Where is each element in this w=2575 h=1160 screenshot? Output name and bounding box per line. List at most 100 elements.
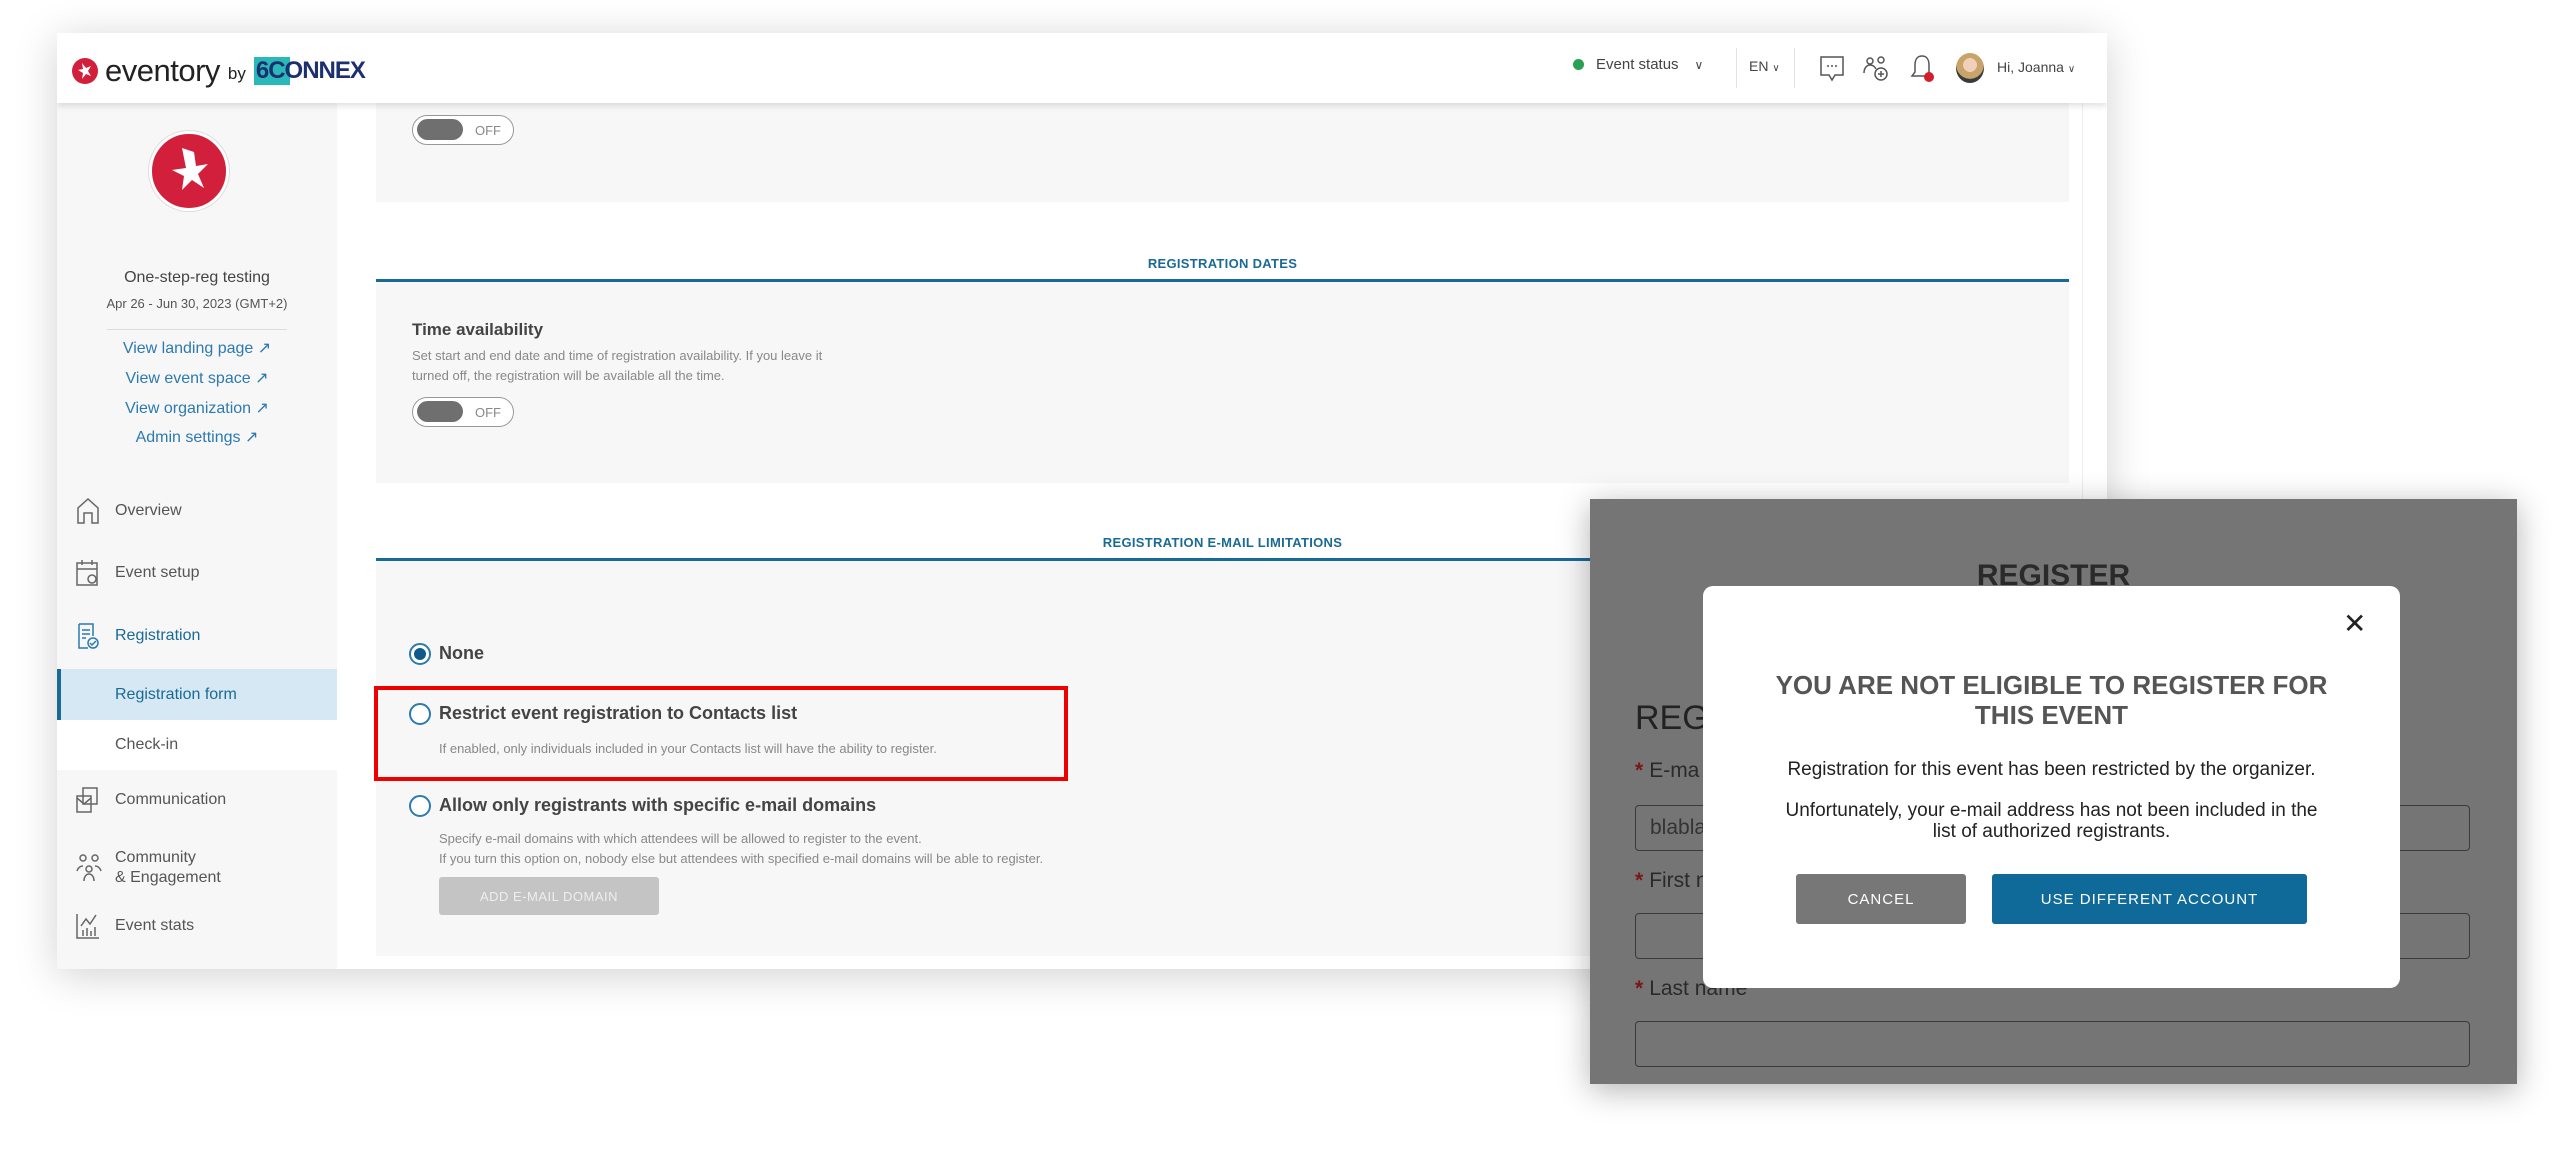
nav-label: Communication [115, 791, 227, 808]
desc-line: Set start and end date and time of regis… [412, 348, 823, 363]
link-label: View event space [125, 370, 251, 387]
nav-label: Event setup [115, 564, 200, 581]
view-landing-page-link[interactable]: View landing page ↗ [57, 338, 337, 358]
external-link-icon: ↗ [244, 429, 259, 446]
nav-label-line1: Community [115, 849, 196, 866]
desc-line: If you turn this option on, nobody else … [439, 851, 1044, 866]
close-icon[interactable]: ✕ [2343, 610, 2366, 638]
add-email-domain-button[interactable]: ADD E-MAIL DOMAIN [439, 877, 659, 915]
option-restrict-contacts-label: Restrict event registration to Contacts … [439, 703, 798, 723]
eventory-logo-icon [72, 58, 98, 84]
message-line: Unfortunately, your e-mail address has n… [1785, 800, 2318, 821]
option-email-domains-description: Specify e-mail domains with which attend… [439, 829, 1043, 869]
chat-icon[interactable] [1819, 55, 1845, 83]
registration-icon [78, 623, 99, 649]
desc-line: turned off, the registration will be ava… [412, 368, 725, 383]
user-greeting: Hi, Joanna [1997, 59, 2064, 75]
brand-by: by [227, 64, 246, 83]
link-label: Admin settings [135, 429, 241, 446]
modal-message-not-included: Unfortunately, your e-mail address has n… [1703, 800, 2400, 842]
sidebar-item-event-setup[interactable]: Event setup [57, 553, 337, 593]
option-none-label: None [439, 643, 484, 663]
event-status-dropdown[interactable]: Event status ∨ [1573, 56, 1703, 73]
top-settings-card: OFF [376, 103, 2069, 202]
nav-label: Registration form [115, 685, 237, 703]
nav-label-line2: & Engagement [115, 869, 221, 886]
sidebar-item-check-in[interactable]: Check-in [57, 720, 337, 770]
view-event-space-link[interactable]: View event space ↗ [57, 368, 337, 388]
link-label: View organization [125, 400, 252, 417]
nav-label: Event stats [115, 917, 195, 934]
communication-icon [76, 787, 98, 813]
time-availability-toggle[interactable]: OFF [412, 397, 514, 427]
top-toggle[interactable]: OFF [412, 115, 514, 145]
toggle-label: OFF [475, 123, 501, 138]
label-text: E-ma [1649, 759, 1700, 782]
radio-none[interactable] [409, 643, 431, 665]
chevron-down-icon: ∨ [1694, 57, 1704, 72]
title-line: THIS EVENT [1974, 700, 2129, 730]
time-availability-label: Time availability [412, 320, 544, 339]
cancel-button[interactable]: CANCEL [1796, 874, 1966, 924]
highlight-box [374, 686, 1068, 781]
modal-message-restricted: Registration for this event has been res… [1787, 759, 2316, 780]
divider [1736, 48, 1737, 88]
email-label: * E-ma [1635, 759, 1699, 783]
message-line: list of authorized registrants. [1932, 821, 2171, 842]
language-dropdown[interactable]: EN ∨ [1749, 58, 1780, 74]
stats-icon [76, 914, 99, 939]
event-name: One-step-reg testing [124, 269, 270, 286]
status-dot [1573, 59, 1584, 70]
admin-settings-link[interactable]: Admin settings ↗ [57, 427, 337, 447]
event-logo [149, 131, 229, 211]
required-mark: * [1635, 977, 1644, 1000]
home-icon [77, 497, 99, 524]
option-restrict-contacts-description: If enabled, only individuals included in… [439, 741, 937, 756]
partner-logo: 6CONNEX [253, 57, 367, 85]
chevron-down-icon: ∨ [1772, 63, 1780, 74]
registration-dates-card: Time availability Set start and end date… [376, 282, 2069, 483]
radio-restrict-contacts[interactable] [409, 703, 431, 725]
nav-label: Registration [115, 627, 201, 644]
email-value: blabla [1650, 816, 1707, 839]
first-name-label: * First n [1635, 869, 1708, 893]
event-status-label: Event status [1596, 56, 1679, 73]
time-availability-description: Set start and end date and time of regis… [412, 346, 822, 386]
logo[interactable]: eventory by 6CONNEX [71, 53, 367, 89]
divider [1794, 48, 1795, 88]
external-link-icon: ↗ [257, 340, 272, 357]
add-people-icon[interactable] [1862, 55, 1890, 83]
event-dates: Apr 26 - Jun 30, 2023 (GMT+2) [106, 296, 288, 311]
user-menu[interactable]: Hi, Joanna ∨ [1997, 59, 2075, 75]
sidebar-item-event-stats[interactable]: Event stats [57, 906, 337, 946]
sidebar-item-registration-form[interactable]: Registration form [57, 669, 337, 720]
required-mark: * [1635, 759, 1644, 782]
label-text: First n [1649, 869, 1708, 892]
not-eligible-modal: ✕ YOU ARE NOT ELIGIBLE TO REGISTER FOR TH… [1703, 586, 2400, 988]
nav-label: Overview [115, 502, 182, 519]
radio-email-domains[interactable] [409, 795, 431, 817]
sidebar-item-registration[interactable]: Registration [57, 616, 337, 656]
star-logo-icon [172, 148, 208, 190]
link-label: View landing page [122, 340, 254, 357]
view-organization-link[interactable]: View organization ↗ [57, 398, 337, 418]
toggle-knob [417, 401, 463, 422]
sidebar-item-community[interactable]: Community & Engagement [57, 843, 337, 893]
toggle-knob [417, 119, 463, 140]
desc-line: Specify e-mail domains with which attend… [439, 831, 922, 846]
sidebar-item-overview[interactable]: Overview [57, 491, 337, 531]
sidebar-item-communication[interactable]: Communication [57, 780, 337, 820]
notification-bell-icon[interactable] [1909, 53, 1937, 85]
top-header: eventory by 6CONNEX Event status ∨ EN ∨ … [57, 33, 2107, 103]
title-line: YOU ARE NOT ELIGIBLE TO REGISTER FOR [1775, 670, 2328, 700]
sidebar: One-step-reg testing Apr 26 - Jun 30, 20… [57, 103, 337, 969]
avatar[interactable] [1956, 53, 1984, 83]
divider [107, 329, 287, 330]
community-icon [76, 854, 102, 882]
required-mark: * [1635, 869, 1644, 892]
calendar-gear-icon [76, 560, 98, 586]
nav-label: Check-in [115, 736, 179, 753]
last-name-input[interactable] [1635, 1021, 2470, 1067]
section-title-registration-dates: REGISTRATION DATES [1147, 256, 1298, 271]
use-different-account-button[interactable]: USE DIFFERENT ACCOUNT [1992, 874, 2307, 924]
